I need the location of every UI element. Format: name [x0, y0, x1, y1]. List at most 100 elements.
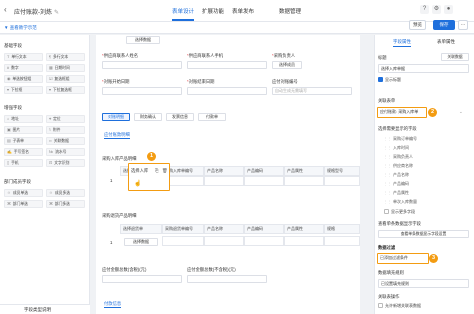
- table2-cell[interactable]: [244, 236, 284, 246]
- field-checkbox-group[interactable]: ☑ 复选框组: [46, 75, 85, 83]
- detail-fields-settings-button[interactable]: 查看单条数据显示字段设置: [378, 230, 469, 238]
- number-icon: #: [7, 66, 10, 70]
- field-mobile[interactable]: ▯ 手机: [4, 159, 43, 167]
- tab-field-properties[interactable]: 字段属性: [393, 39, 411, 47]
- display-field-option[interactable]: 采购负责人: [384, 154, 413, 160]
- tab-form-design[interactable]: 表单设计: [172, 7, 195, 21]
- arrow-left-icon[interactable]: ‹: [4, 6, 12, 14]
- amount-with-tax-input[interactable]: [102, 275, 182, 283]
- chevron-down-icon[interactable]: ⌄: [459, 109, 463, 115]
- data-filter-button[interactable]: 已添加过滤条件: [378, 254, 428, 263]
- table2-cell[interactable]: [324, 236, 360, 246]
- display-field-option[interactable]: 采购订单编号: [384, 136, 417, 142]
- display-field-option[interactable]: 产品编码: [384, 181, 409, 187]
- field-location[interactable]: ⌖ 定位: [46, 115, 85, 123]
- form-sheet: 选择数据 *供应商联系人姓名 *供应商联系人手机 *采购负责人 选择成员 *对账…: [96, 35, 360, 314]
- display-field-option[interactable]: 产品属性: [384, 190, 409, 196]
- help-icon[interactable]: ?: [420, 5, 429, 14]
- app-title: 应付账款-刘炼 ✎: [14, 7, 59, 16]
- title-input[interactable]: 选择入库单据: [378, 64, 469, 73]
- field-single-text[interactable]: T 单行文本: [4, 53, 43, 61]
- field-signature[interactable]: ✍ 手写签名: [4, 148, 43, 156]
- table1-cell[interactable]: [204, 176, 244, 186]
- field-dropdown[interactable]: ▾ 下拉框: [4, 86, 43, 94]
- user-icon[interactable]: ●: [444, 5, 453, 14]
- field-datetime[interactable]: ▦ 日期时间: [46, 64, 85, 72]
- chip-finance-confirm[interactable]: 财务确认: [134, 113, 162, 121]
- label-start-date: *对账开始日期: [102, 79, 130, 84]
- field-address[interactable]: ⌂ 地址: [4, 115, 43, 123]
- display-field-option[interactable]: 单次入库数量: [384, 199, 417, 205]
- preview-button[interactable]: 预览: [409, 20, 426, 30]
- field-number[interactable]: # 数字: [4, 64, 43, 72]
- show-title-checkbox[interactable]: [378, 77, 383, 82]
- display-field-option[interactable]: 入库时间: [384, 145, 409, 151]
- field-related-data[interactable]: ∞ 关联数据: [46, 137, 85, 145]
- allow-add-related-checkbox[interactable]: [378, 303, 383, 308]
- show-title-label: 显示标题: [385, 77, 401, 82]
- more-button[interactable]: ⋯: [458, 20, 468, 30]
- field-subform[interactable]: ▤ 子表单: [4, 137, 43, 145]
- table1-cell[interactable]: [324, 176, 360, 186]
- show-more-fields-checkbox[interactable]: [384, 209, 389, 214]
- teaching-demo-link[interactable]: ▼ 查看教学示范: [4, 25, 37, 31]
- top-select-data-button[interactable]: 选择数据: [126, 36, 160, 44]
- subtab-payment-info[interactable]: 付款信息: [104, 301, 122, 308]
- end-date-input[interactable]: [187, 87, 267, 95]
- table2-cell[interactable]: [284, 236, 324, 246]
- tab-publish[interactable]: 表单发布: [232, 7, 254, 15]
- table2-select-data-button[interactable]: 选择数据: [124, 238, 158, 246]
- settings-icon[interactable]: ⚙: [432, 5, 441, 14]
- table2-cell[interactable]: [204, 236, 244, 246]
- field-multi-text[interactable]: ¶ 多行文本: [46, 53, 85, 61]
- field-label: 关联数据: [53, 139, 69, 143]
- chip-payment-order[interactable]: 付款单: [198, 113, 226, 121]
- address-icon: ⌂: [7, 117, 10, 121]
- field-member-single[interactable]: ☺ 成员单选: [4, 189, 43, 197]
- field-dept-multi[interactable]: ⌘ 部门多选: [46, 200, 85, 208]
- field-serial-number[interactable]: № 流水号: [46, 148, 85, 156]
- field-type-help[interactable]: 字段类型说明: [0, 304, 90, 314]
- payable-number-input[interactable]: 自动生成无需填写: [272, 87, 352, 95]
- table1-cell[interactable]: [244, 176, 284, 186]
- display-field-option[interactable]: 产品名称: [384, 172, 409, 178]
- save-button[interactable]: 保存: [433, 20, 455, 30]
- tab-form-properties[interactable]: 表单属性: [437, 39, 455, 45]
- delete-icon[interactable]: 🗑: [162, 168, 167, 174]
- start-date-input[interactable]: [102, 87, 182, 95]
- calendar-icon: ▦: [49, 66, 53, 70]
- subtab-payable-detail[interactable]: 应付账款明细: [104, 132, 130, 139]
- table2-cell[interactable]: [162, 236, 204, 246]
- chip-reconcile-detail[interactable]: 对账明细: [102, 113, 130, 121]
- field-ocr[interactable]: ⊡ 文字识别: [46, 159, 85, 167]
- users-icon: ☺: [49, 191, 53, 195]
- paperclip-icon: ⌇: [49, 128, 51, 132]
- copy-icon[interactable]: ⎘: [155, 168, 158, 173]
- group-title-dept-member: 部门成员字段: [4, 179, 31, 184]
- fill-rule-button[interactable]: 已设置填充规则: [378, 279, 469, 288]
- field-image[interactable]: ▣ 图片: [4, 126, 43, 134]
- tab-extensions[interactable]: 扩展功能: [202, 7, 224, 15]
- field-label: 部门多选: [54, 202, 70, 206]
- field-label: 单行文本: [11, 55, 27, 59]
- display-field-option[interactable]: 供应商名称: [384, 163, 413, 169]
- pencil-icon[interactable]: ✎: [54, 10, 59, 16]
- table1-title: 采购入库产品明细: [102, 156, 137, 161]
- supplier-contact-name-input[interactable]: [102, 61, 182, 69]
- field-label: 文字识别: [54, 161, 70, 165]
- select-member-button[interactable]: 选择成员: [272, 61, 302, 69]
- related-form-select[interactable]: 应付账款: 采购入库单: [378, 108, 426, 117]
- table2-row-number: 1: [110, 240, 113, 245]
- chip-invoice-info[interactable]: 发票信息: [166, 113, 194, 121]
- amount-without-tax-input[interactable]: [187, 275, 267, 283]
- field-attachment[interactable]: ⌇ 附件: [46, 126, 85, 134]
- field-label: 地址: [11, 117, 19, 121]
- field-dept-single[interactable]: ⌘ 部门单选: [4, 200, 43, 208]
- tab-data-management[interactable]: 数据管理: [279, 7, 301, 15]
- field-radio-group[interactable]: ◉ 单选按钮组: [4, 75, 43, 83]
- supplier-contact-phone-input[interactable]: [187, 61, 267, 69]
- selected-related-data-field[interactable]: 选择入库 ⎘ 🗑 ☝: [128, 163, 170, 191]
- field-member-multi[interactable]: ☺ 成员多选: [46, 189, 85, 197]
- field-dropdown-multi[interactable]: ▾ 下拉复选框: [46, 86, 85, 94]
- table1-cell[interactable]: [284, 176, 324, 186]
